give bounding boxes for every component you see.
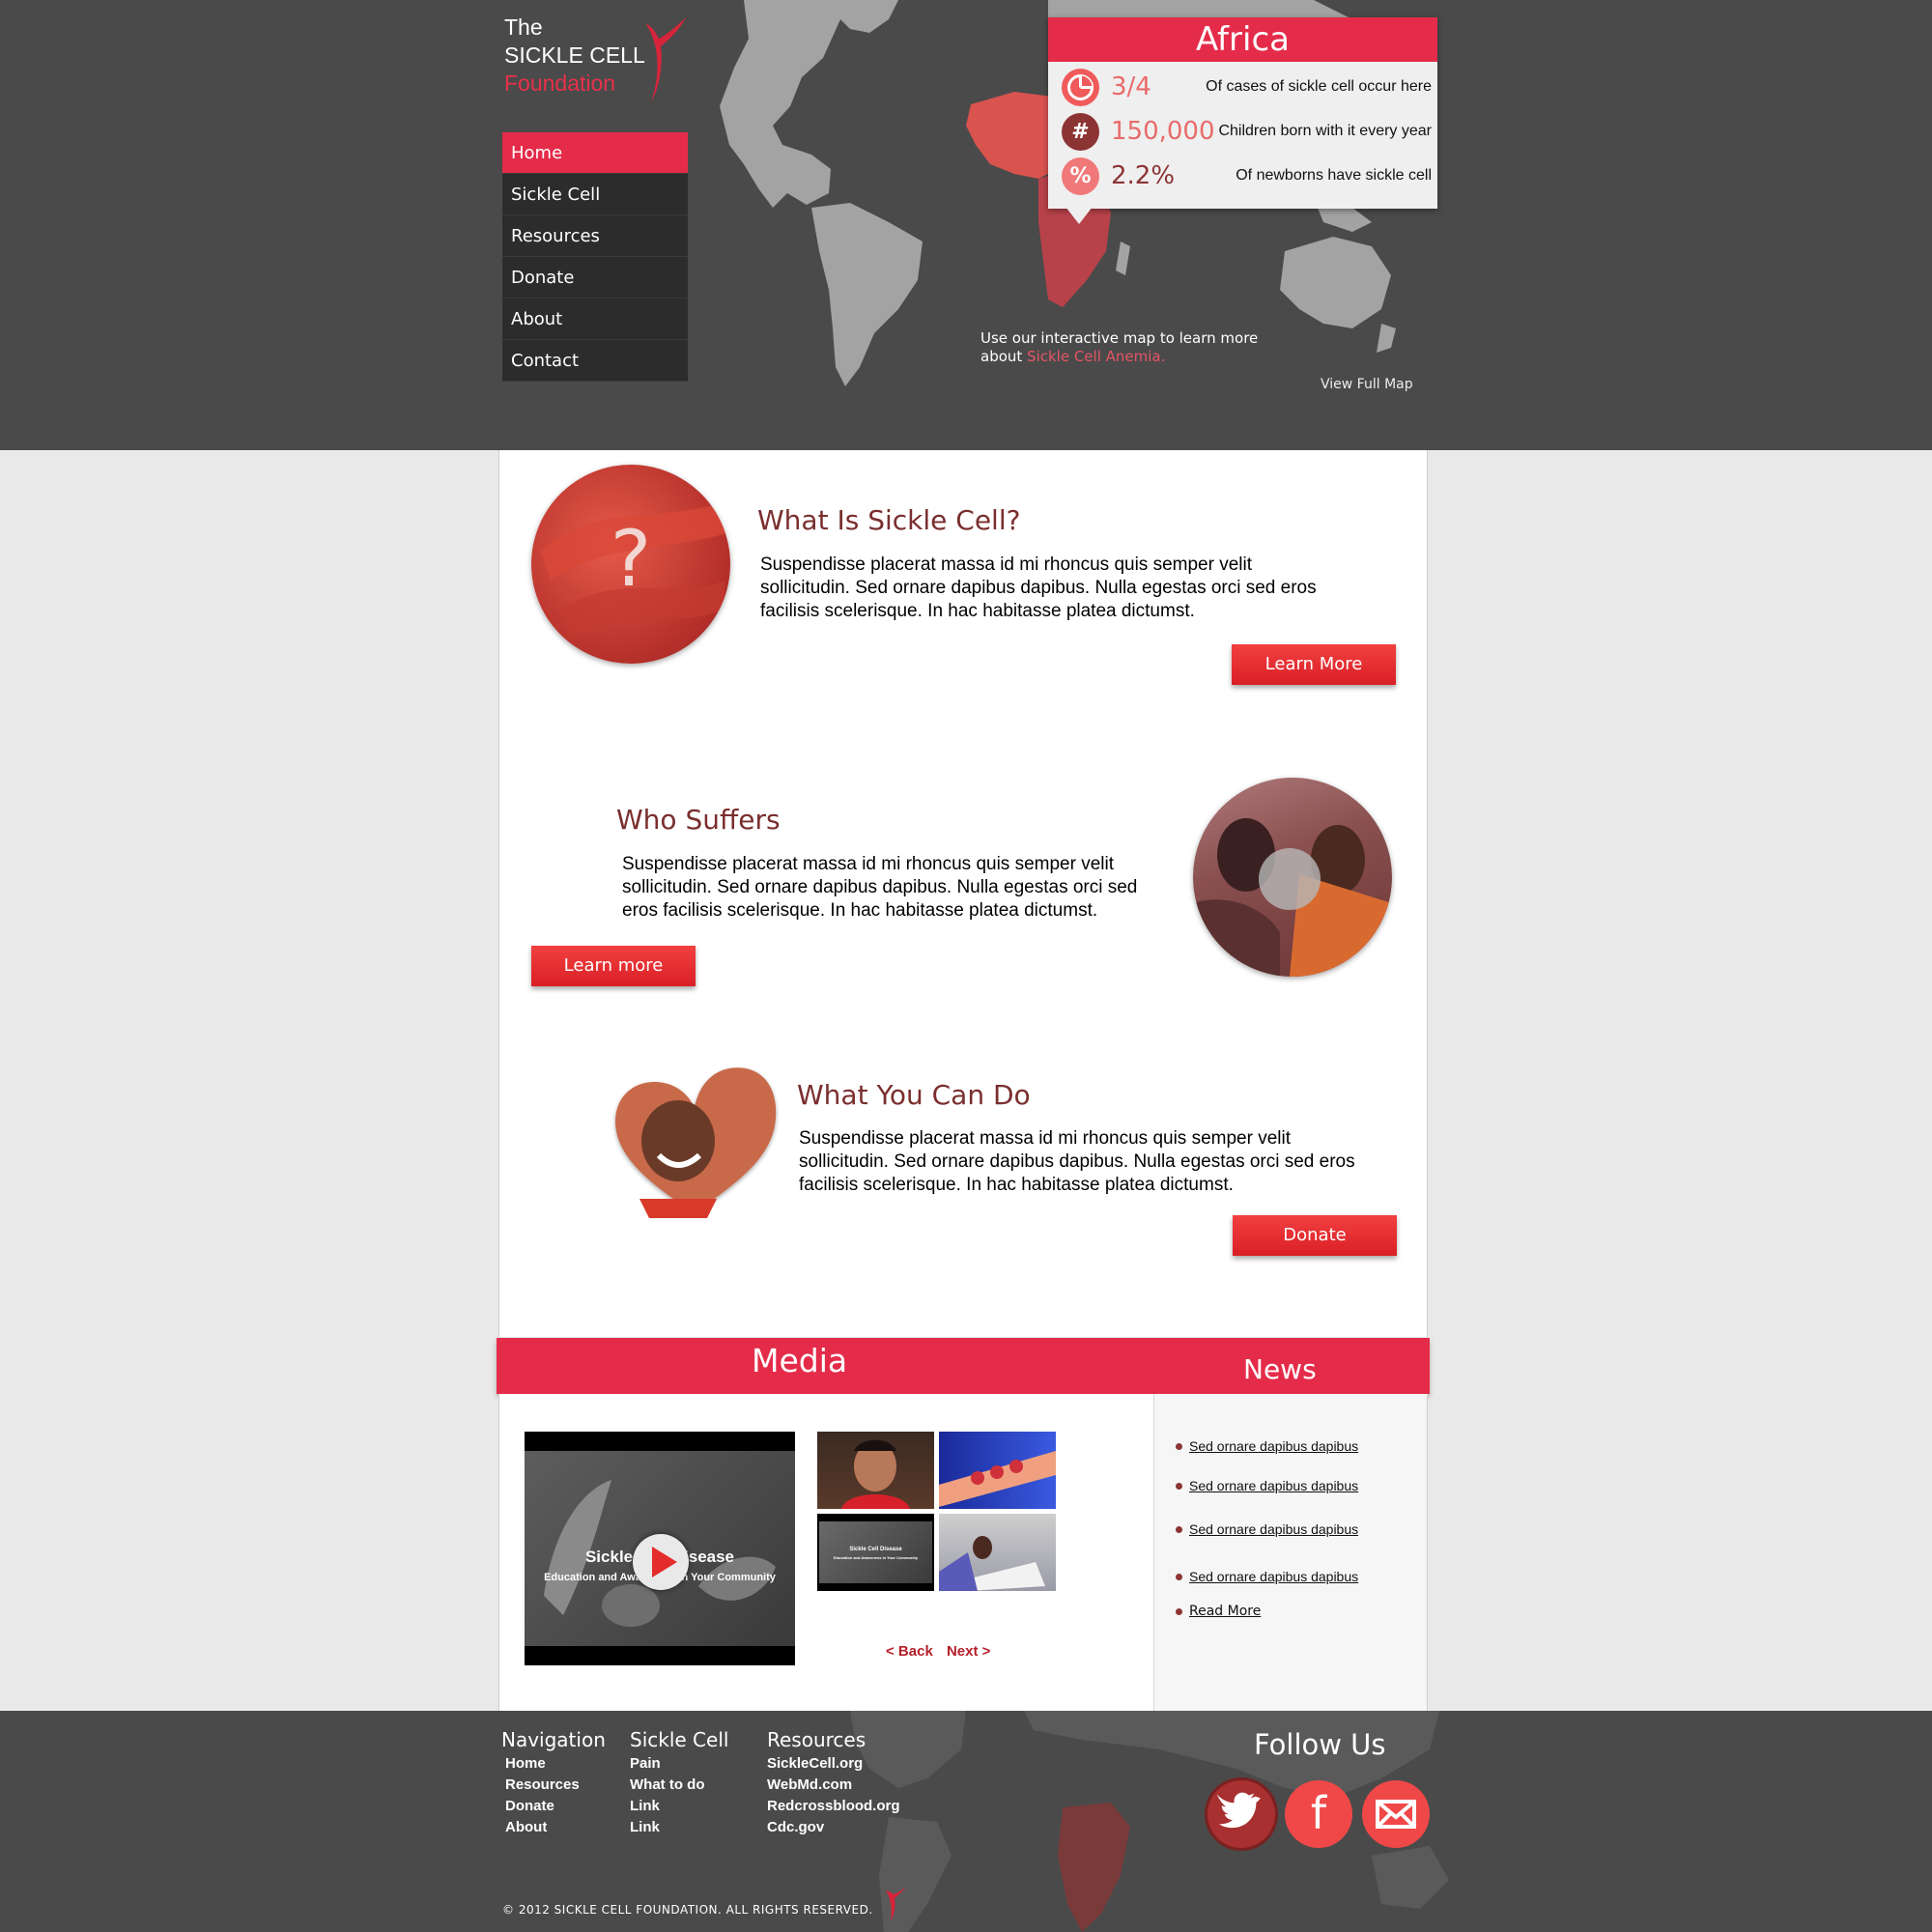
news-item[interactable]: Sed ornare dapibus dapibus (1175, 1478, 1358, 1493)
media-news-band: Media News (497, 1338, 1430, 1394)
news-panel: Sed ornare dapibus dapibus Sed ornare da… (1153, 1394, 1428, 1711)
main-content: ? What Is Sickle Cell? Suspendisse place… (498, 450, 1428, 1337)
question-mark-glyph: ? (611, 514, 651, 604)
nav-item-contact[interactable]: Contact (502, 340, 688, 382)
stat-value: 2.2% (1111, 161, 1176, 190)
footer-link[interactable]: Cdc.gov (767, 1817, 900, 1838)
media-title: Media (752, 1342, 848, 1379)
nav-item-donate[interactable]: Donate (502, 257, 688, 298)
logo[interactable]: The SICKLE CELL Foundation (502, 14, 696, 102)
footer-link[interactable]: Link (630, 1796, 728, 1817)
read-more-link[interactable]: Read More (1175, 1604, 1261, 1619)
stat-row-children: # 150,000 Children born with it every ye… (1048, 109, 1437, 154)
next-link[interactable]: Next > (947, 1643, 990, 1660)
hash-icon: # (1062, 113, 1099, 151)
footer: Navigation Home Resources Donate About S… (0, 1711, 1932, 1932)
donate-button[interactable]: Donate (1233, 1215, 1397, 1256)
learn-more-button[interactable]: Learn More (1232, 644, 1396, 685)
sickle-cell-image: ? (531, 465, 730, 664)
video-player[interactable]: Sickle Cell Disease Education and Awaren… (525, 1432, 795, 1665)
footer-link[interactable]: SickleCell.org (767, 1753, 900, 1775)
news-item[interactable]: Sed ornare dapibus dapibus (1175, 1521, 1358, 1537)
section-title-who-suffers: Who Suffers (616, 804, 781, 836)
stat-label: Of newborns have sickle cell (1236, 167, 1432, 184)
thumb-title: Sickle Cell Disease (849, 1547, 902, 1552)
video-thumb-4[interactable] (939, 1514, 1056, 1591)
children-photo (1193, 778, 1392, 977)
news-title: News (1243, 1353, 1317, 1385)
footer-heading: Resources (767, 1728, 867, 1751)
footer-link[interactable]: Redcrossblood.org (767, 1796, 900, 1817)
email-icon[interactable] (1362, 1780, 1430, 1848)
video-thumb-2[interactable] (939, 1432, 1056, 1509)
nav-item-home[interactable]: Home (502, 132, 688, 174)
stat-value: 3/4 (1111, 72, 1151, 101)
video-thumb-1[interactable] (817, 1432, 934, 1509)
stat-row-cases: 3/4 Of cases of sickle cell occur here (1048, 65, 1437, 109)
section-title-what-you-can-do: What You Can Do (797, 1079, 1031, 1111)
footer-heading: Sickle Cell (630, 1728, 729, 1751)
pie-chart-icon (1062, 69, 1099, 106)
logo-line-the: The (504, 14, 543, 40)
sickle-logo-mark-icon (645, 17, 686, 102)
section-title-what-is: What Is Sickle Cell? (757, 504, 1021, 536)
footer-link[interactable]: Home (501, 1753, 606, 1775)
copyright: © 2012 SICKLE CELL FOUNDATION. ALL RIGHT… (502, 1903, 873, 1917)
footer-col-navigation: Navigation Home Resources Donate About (501, 1728, 606, 1838)
footer-link[interactable]: Link (630, 1817, 728, 1838)
stat-value: 150,000 (1111, 117, 1215, 146)
video-thumb-3[interactable]: Sickle Cell Disease Education and Awaren… (817, 1514, 934, 1591)
play-button-icon[interactable] (633, 1534, 689, 1590)
thumb-subtitle: Education and Awareness in Your Communit… (833, 1555, 919, 1560)
media-pager: < Back Next > (886, 1643, 1000, 1660)
svg-text:f: f (1311, 1787, 1328, 1839)
learn-more-button-2[interactable]: Learn more (531, 946, 696, 986)
section-body-who-suffers: Suspendisse placerat massa id mi rhoncus… (622, 854, 1138, 921)
stat-label: Children born with it every year (1218, 123, 1432, 139)
nav-item-resources[interactable]: Resources (502, 215, 688, 257)
view-full-map-link[interactable]: View Full Map (1321, 377, 1413, 392)
section-body-what-you-can-do: Suspendisse placerat massa id mi rhoncus… (799, 1128, 1355, 1195)
percent-icon: % (1062, 157, 1099, 195)
footer-map (850, 1711, 1449, 1932)
heart-photo (611, 1064, 780, 1218)
sickle-cell-anemia-link[interactable]: Sickle Cell Anemia. (1027, 348, 1165, 365)
news-item[interactable]: Sed ornare dapibus dapibus (1175, 1438, 1358, 1454)
region-info-popup: Africa 3/4 Of cases of sickle cell occur… (1048, 17, 1437, 209)
nav-item-sickle-cell[interactable]: Sickle Cell (502, 174, 688, 215)
follow-us-heading: Follow Us (1254, 1728, 1386, 1761)
main-nav: Home Sickle Cell Resources Donate About … (502, 132, 688, 382)
map-caption-prefix: about (980, 348, 1028, 365)
facebook-icon[interactable]: f (1285, 1780, 1352, 1848)
popup-pointer (1065, 207, 1093, 224)
stat-label: Of cases of sickle cell occur here (1206, 78, 1432, 95)
video-frame: Sickle Cell Disease Education and Awaren… (525, 1451, 795, 1646)
header: The SICKLE CELL Foundation Home Sickle C… (0, 0, 1932, 450)
map-caption-line1: Use our interactive map to learn more (980, 329, 1259, 347)
popup-region-title: Africa (1048, 17, 1437, 62)
world-map[interactable] (0, 0, 1932, 450)
stat-row-newborns: % 2.2% Of newborns have sickle cell (1048, 154, 1437, 198)
footer-link[interactable]: Resources (501, 1775, 606, 1796)
news-item[interactable]: Sed ornare dapibus dapibus (1175, 1569, 1358, 1584)
footer-link[interactable]: Pain (630, 1753, 728, 1775)
footer-col-resources: Resources SickleCell.org WebMd.com Redcr… (767, 1728, 900, 1838)
twitter-icon[interactable] (1208, 1780, 1275, 1848)
footer-link[interactable]: About (501, 1817, 606, 1838)
section-body-what-is: Suspendisse placerat massa id mi rhoncus… (760, 554, 1317, 621)
sickle-logo-mark-icon (886, 1887, 906, 1921)
map-caption: Use our interactive map to learn more ab… (980, 329, 1258, 366)
nav-item-about[interactable]: About (502, 298, 688, 340)
logo-line-sickle-cell: SICKLE CELL (504, 43, 645, 68)
footer-link[interactable]: Donate (501, 1796, 606, 1817)
footer-link[interactable]: What to do (630, 1775, 728, 1796)
media-panel: Sickle Cell Disease Education and Awaren… (498, 1394, 1153, 1711)
logo-line-foundation: Foundation (504, 71, 616, 96)
back-link[interactable]: < Back (886, 1643, 933, 1660)
footer-col-sickle-cell: Sickle Cell Pain What to do Link Link (630, 1728, 728, 1838)
footer-heading: Navigation (501, 1728, 606, 1751)
footer-link[interactable]: WebMd.com (767, 1775, 900, 1796)
